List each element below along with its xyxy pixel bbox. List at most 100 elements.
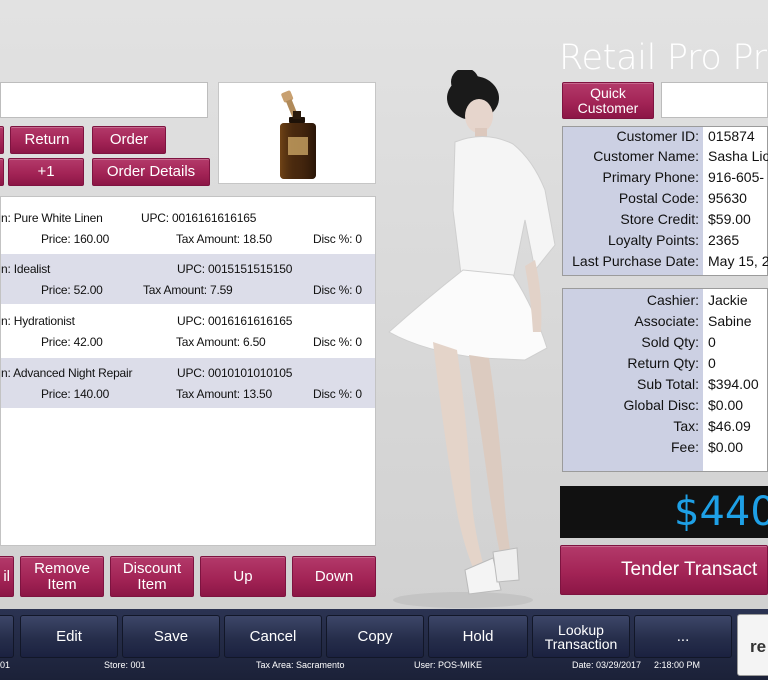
associate-value: Sabine	[708, 313, 752, 329]
status-register: 01	[0, 660, 11, 670]
product-image	[218, 82, 376, 184]
customer-id-value: 015874	[708, 128, 755, 144]
last-purchase-label: Last Purchase Date:	[572, 253, 699, 269]
action-button-partial[interactable]	[0, 126, 4, 154]
customer-search-input[interactable]	[661, 82, 768, 118]
sub-total-label: Sub Total:	[636, 376, 699, 392]
model-photo	[385, 68, 565, 610]
item-upc: UPC: 0016161616165	[141, 211, 257, 225]
primary-phone-value: 916-605-	[708, 169, 765, 185]
status-user: User: POS-MIKE	[414, 660, 483, 670]
item-tax: Tax Amount: 7.59	[143, 283, 233, 297]
down-button[interactable]: Down	[292, 556, 376, 597]
up-button[interactable]: Up	[200, 556, 286, 597]
item-name: n: Advanced Night Repair	[1, 366, 133, 380]
primary-phone-label: Primary Phone:	[602, 169, 699, 185]
toolbar-button-partial[interactable]	[0, 615, 14, 658]
retail-pro-logo-button[interactable]: re	[737, 614, 768, 676]
status-time: 2:18:00 PM	[654, 660, 701, 670]
sold-qty-value: 0	[708, 334, 716, 350]
save-button[interactable]: Save	[122, 615, 220, 658]
fee-label: Fee:	[670, 439, 699, 455]
store-credit-value: $59.00	[708, 211, 751, 227]
item-price: Price: 52.00	[41, 283, 103, 297]
global-disc-label: Global Disc:	[623, 397, 699, 413]
global-disc-value: $0.00	[708, 397, 744, 413]
action-button-partial-2[interactable]	[0, 158, 4, 186]
customer-id-row: Customer ID: 015874	[563, 128, 768, 149]
tax-label: Tax:	[673, 418, 699, 434]
loyalty-points-label: Loyalty Points:	[607, 232, 699, 248]
item-disc: Disc %: 0	[313, 387, 362, 401]
associate-label: Associate:	[634, 313, 699, 329]
cashier-label: Cashier:	[646, 292, 699, 308]
item-upc: UPC: 0015151515150	[177, 262, 293, 276]
loyalty-points-value: 2365	[708, 232, 740, 248]
serum-bottle-icon	[280, 90, 316, 179]
primary-phone-row: Primary Phone: 916-605-	[563, 169, 768, 190]
customer-id-label: Customer ID:	[616, 128, 699, 144]
quick-customer-button[interactable]: Quick Customer	[562, 82, 654, 119]
global-disc-row: Global Disc: $0.00	[563, 397, 768, 418]
cashier-value: Jackie	[708, 292, 748, 308]
order-details-button[interactable]: Order Details	[92, 158, 210, 186]
item-upc: UPC: 0010101010105	[177, 366, 293, 380]
last-purchase-row: Last Purchase Date: May 15, 2	[563, 253, 768, 274]
list-item[interactable]: n: Idealist UPC: 0015151515150 Price: 52…	[1, 254, 375, 304]
list-item[interactable]: n: Advanced Night Repair UPC: 0010101010…	[1, 358, 375, 408]
sold-qty-label: Sold Qty:	[641, 334, 699, 350]
item-tax: Tax Amount: 18.50	[176, 232, 272, 246]
status-store: Store: 001	[104, 660, 146, 670]
last-purchase-value: May 15, 2	[708, 253, 768, 269]
order-button[interactable]: Order	[92, 126, 166, 154]
total-display: $440	[560, 486, 768, 538]
status-date: Date: 03/29/2017	[572, 660, 642, 670]
postal-code-label: Postal Code:	[618, 190, 699, 206]
tender-transaction-button[interactable]: Tender Transact	[560, 545, 768, 595]
fee-value: $0.00	[708, 439, 744, 455]
store-credit-label: Store Credit:	[620, 211, 699, 227]
postal-code-value: 95630	[708, 190, 747, 206]
lookup-transaction-button[interactable]: Lookup Transaction	[532, 615, 630, 658]
item-name: n: Idealist	[1, 262, 51, 276]
search-input[interactable]	[0, 82, 208, 118]
item-price: Price: 42.00	[41, 335, 103, 349]
tax-row: Tax: $46.09	[563, 418, 768, 439]
more-button[interactable]: ...	[634, 615, 732, 658]
item-tax: Tax Amount: 13.50	[176, 387, 272, 401]
store-credit-row: Store Credit: $59.00	[563, 211, 768, 232]
hold-button[interactable]: Hold	[428, 615, 528, 658]
sub-total-row: Sub Total: $394.00	[563, 376, 768, 397]
list-item[interactable]: n: Hydrationist UPC: 0016161616165 Price…	[1, 306, 375, 356]
discount-item-button[interactable]: Discount Item	[110, 556, 194, 597]
fee-row: Fee: $0.00	[563, 439, 768, 460]
return-qty-value: 0	[708, 355, 716, 371]
tax-value: $46.09	[708, 418, 751, 434]
item-list: n: Pure White Linen UPC: 0016161616165 P…	[0, 196, 376, 546]
return-qty-row: Return Qty: 0	[563, 355, 768, 376]
item-tax: Tax Amount: 6.50	[176, 335, 266, 349]
list-item[interactable]: n: Pure White Linen UPC: 0016161616165 P…	[1, 203, 375, 253]
edit-button[interactable]: Edit	[20, 615, 118, 658]
remove-item-button[interactable]: Remove Item	[20, 556, 104, 597]
item-disc: Disc %: 0	[313, 232, 362, 246]
app-title: Retail Pro Pri	[559, 38, 768, 78]
transaction-summary-panel: Cashier: Jackie Associate: Sabine Sold Q…	[562, 288, 768, 472]
loyalty-points-row: Loyalty Points: 2365	[563, 232, 768, 253]
return-button[interactable]: Return	[10, 126, 84, 154]
item-upc: UPC: 0016161616165	[177, 314, 293, 328]
customer-name-label: Customer Name:	[593, 148, 699, 164]
partial-item-button[interactable]: il	[0, 556, 14, 597]
customer-name-row: Customer Name: Sasha Lio	[563, 148, 768, 169]
item-price: Price: 160.00	[41, 232, 110, 246]
status-tax-area: Tax Area: Sacramento	[256, 660, 345, 670]
item-price: Price: 140.00	[41, 387, 110, 401]
cancel-button[interactable]: Cancel	[224, 615, 322, 658]
return-qty-label: Return Qty:	[627, 355, 699, 371]
item-name: n: Pure White Linen	[1, 211, 103, 225]
copy-button[interactable]: Copy	[326, 615, 424, 658]
item-disc: Disc %: 0	[313, 283, 362, 297]
sub-total-value: $394.00	[708, 376, 759, 392]
plus-one-button[interactable]: +1	[8, 158, 84, 186]
postal-code-row: Postal Code: 95630	[563, 190, 768, 211]
